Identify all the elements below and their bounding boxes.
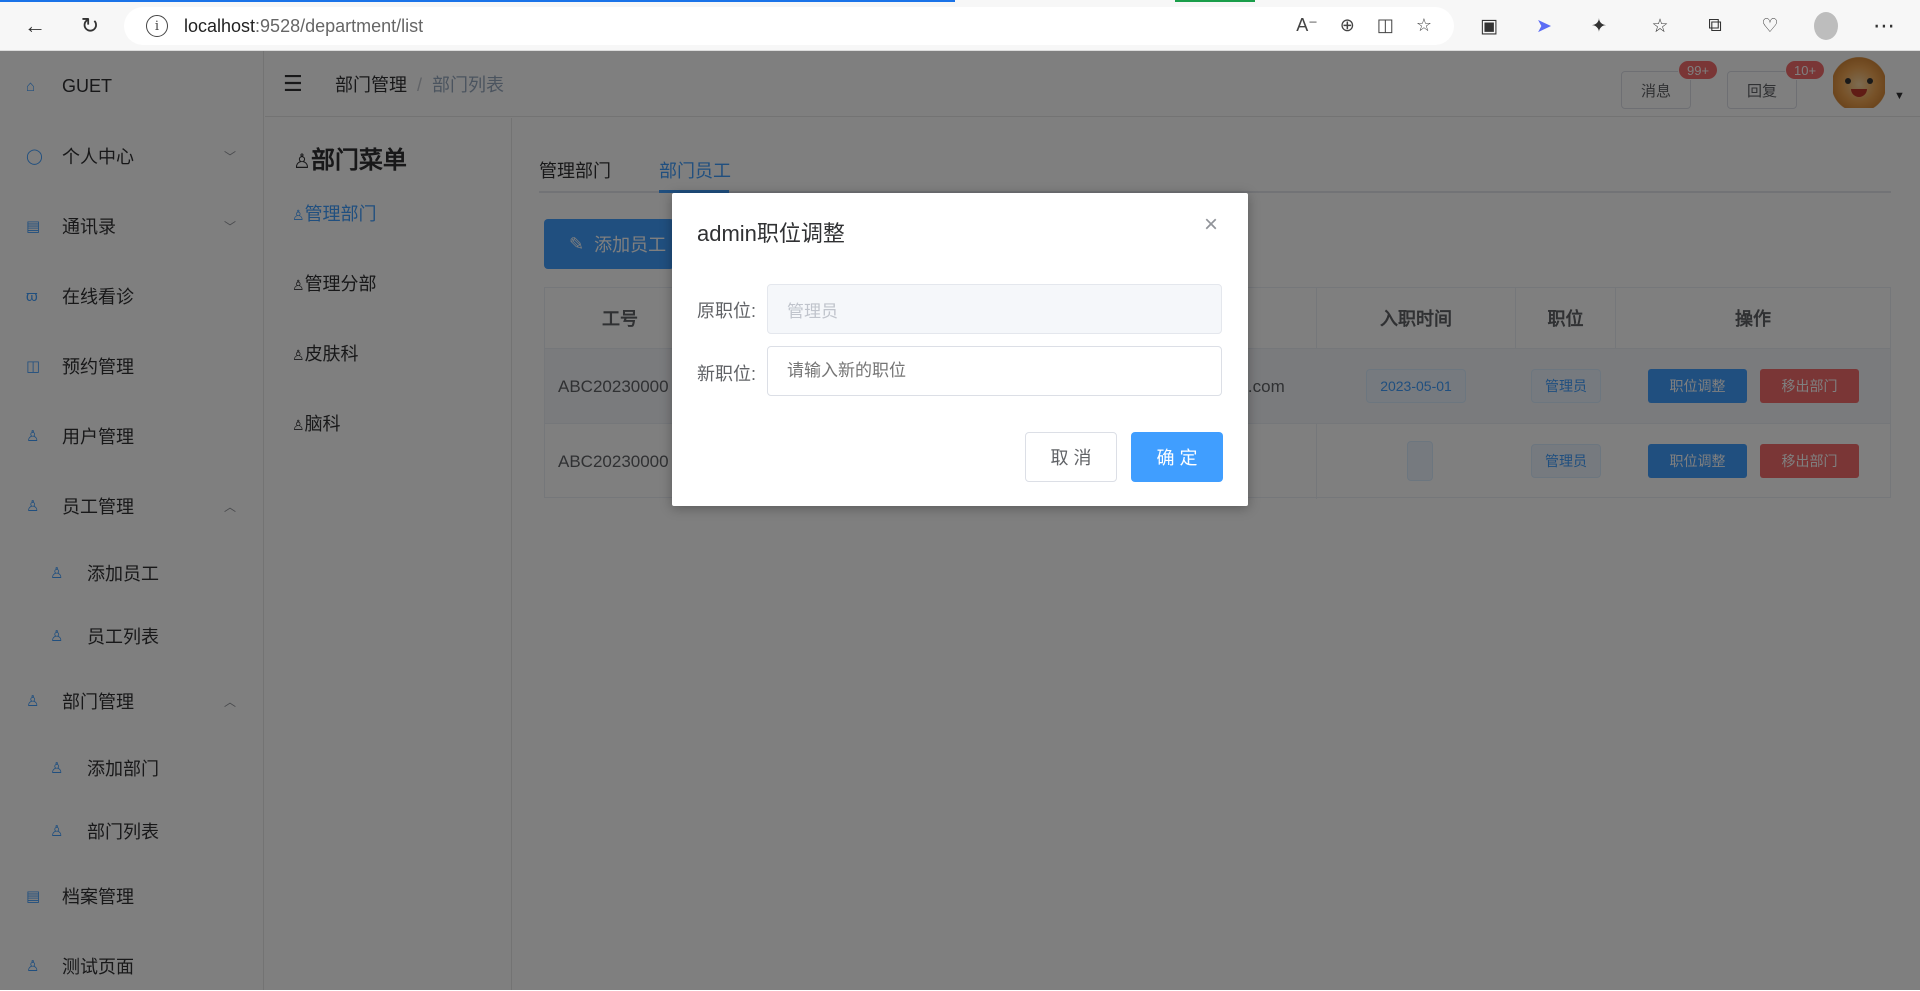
zoom-icon[interactable]: ⊕	[1340, 15, 1355, 36]
refresh-icon[interactable]: ↻	[77, 13, 103, 39]
new-position-input[interactable]	[767, 346, 1222, 396]
original-position-input: 管理员	[767, 284, 1222, 334]
add-favorite-icon[interactable]: ☆	[1416, 15, 1432, 36]
url-host: localhost	[184, 15, 256, 36]
site-info-icon[interactable]: i	[146, 15, 168, 37]
performance-icon[interactable]: ♡	[1758, 14, 1782, 38]
favorites-icon[interactable]: ☆	[1648, 14, 1672, 38]
address-bar[interactable]: i localhost:9528/department/list A⁻ ⊕ ◫ …	[124, 7, 1454, 45]
url-path: :9528/department/list	[255, 15, 424, 36]
extensions-puzzle-icon[interactable]: ✦	[1587, 14, 1611, 38]
modal-overlay[interactable]	[0, 51, 1920, 990]
extension-bird-icon[interactable]: ➤	[1532, 14, 1556, 38]
browser-toolbar: ← ↻ i localhost:9528/department/list A⁻ …	[0, 0, 1920, 51]
original-position-label: 原职位:	[697, 301, 757, 321]
extension-app-icon[interactable]: ▣	[1477, 14, 1501, 38]
page-load-progress-secondary	[1175, 0, 1255, 2]
confirm-button[interactable]: 确 定	[1131, 432, 1223, 482]
page-load-progress	[0, 0, 955, 2]
split-screen-icon[interactable]: ◫	[1377, 15, 1394, 36]
profile-icon[interactable]	[1814, 12, 1838, 40]
cancel-button[interactable]: 取 消	[1025, 432, 1117, 482]
collections-icon[interactable]: ⧉	[1703, 14, 1727, 38]
new-position-label: 新职位:	[697, 364, 757, 384]
dialog-title: admin职位调整	[697, 221, 845, 246]
read-aloud-icon[interactable]: A⁻	[1296, 15, 1318, 36]
position-adjust-dialog: admin职位调整 × 原职位: 管理员 新职位: 取 消 确 定	[672, 193, 1248, 506]
close-icon[interactable]: ×	[1204, 213, 1218, 237]
more-menu-icon[interactable]: ⋯	[1872, 13, 1896, 38]
back-arrow-icon[interactable]: ←	[22, 13, 48, 39]
